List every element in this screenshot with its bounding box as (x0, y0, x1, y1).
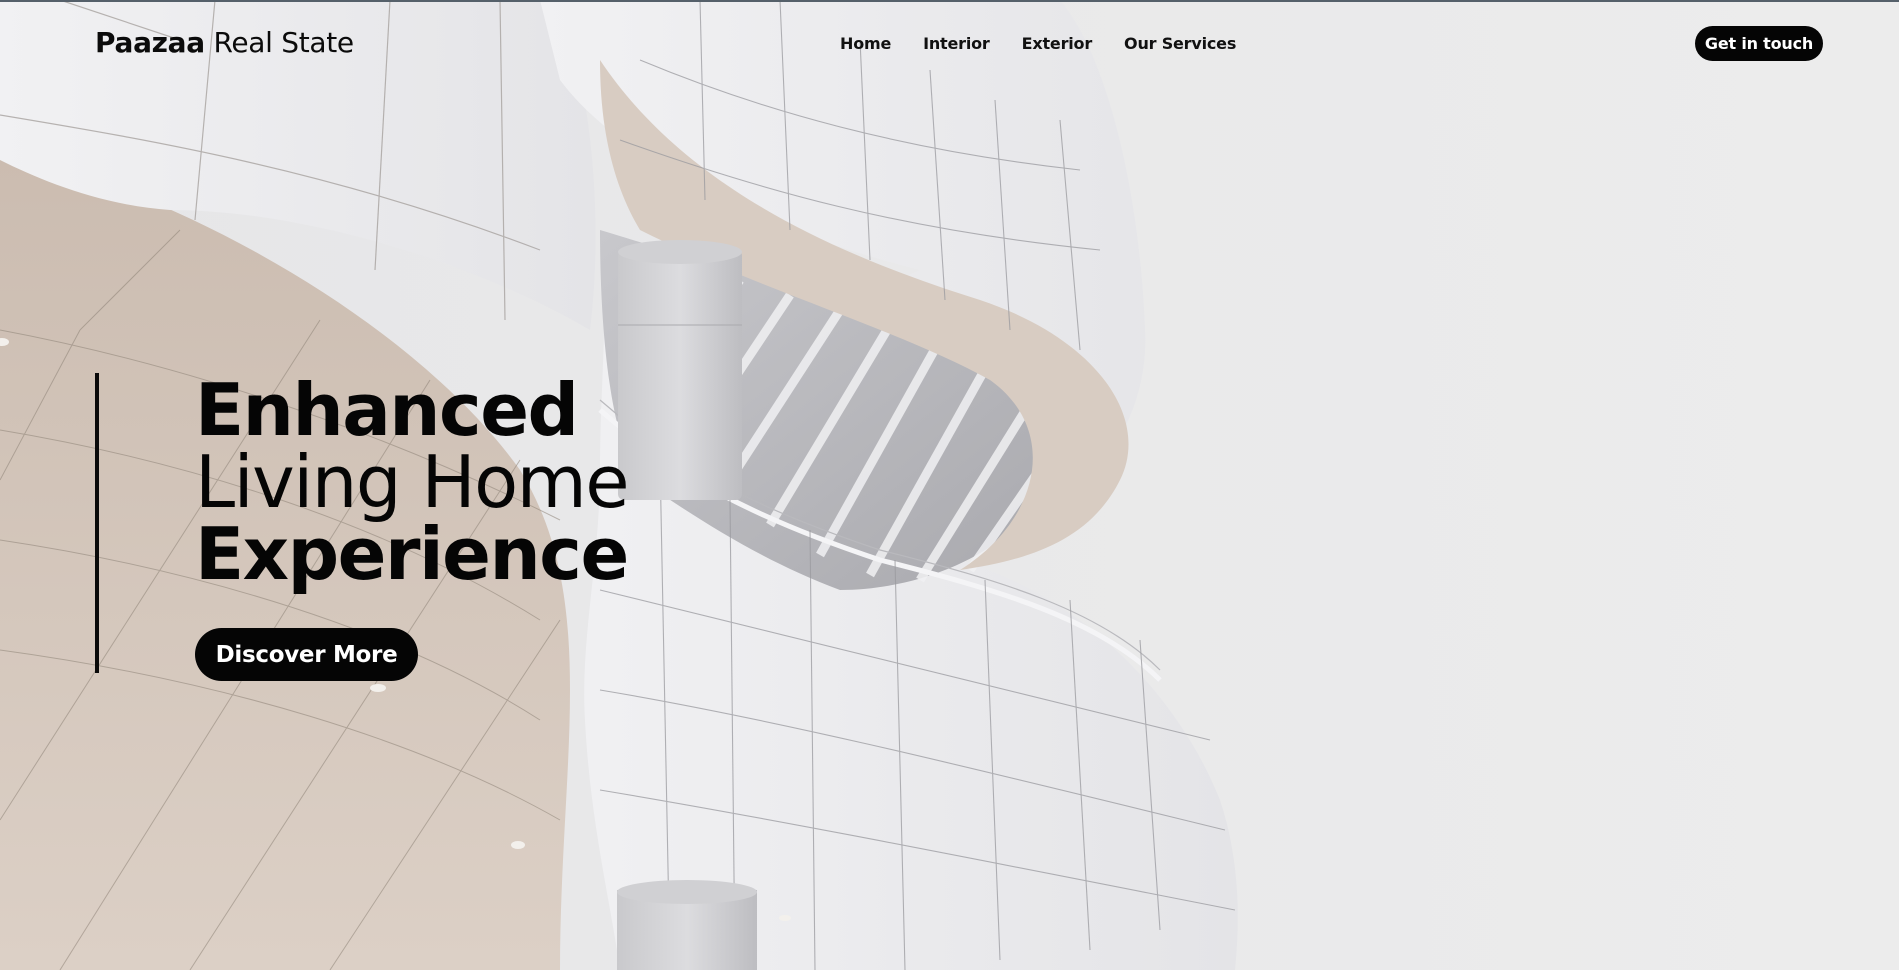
discover-more-button[interactable]: Discover More (195, 628, 418, 681)
hero-headline-line-1: Enhanced (195, 368, 579, 452)
nav-item-home[interactable]: Home (840, 34, 891, 53)
brand-logo[interactable]: Paazaa Real State (95, 26, 354, 59)
landing-page: Paazaa Real State Home Interior Exterior… (0, 0, 1899, 970)
main-nav: Home Interior Exterior Our Services (840, 34, 1268, 53)
hero-headline-line-3: Experience (195, 512, 629, 596)
get-in-touch-button[interactable]: Get in touch (1695, 26, 1823, 61)
nav-item-exterior[interactable]: Exterior (1022, 34, 1093, 53)
brand-name-bold: Paazaa (95, 26, 205, 59)
nav-item-interior[interactable]: Interior (923, 34, 990, 53)
hero-accent-line (95, 373, 99, 673)
hero-headline: Enhanced Living Home Experience (195, 368, 630, 596)
window-top-edge (0, 0, 1899, 2)
nav-item-our-services[interactable]: Our Services (1124, 34, 1236, 53)
brand-name-light: Real State (213, 26, 354, 59)
hero-headline-line-2: Living Home (195, 440, 630, 524)
